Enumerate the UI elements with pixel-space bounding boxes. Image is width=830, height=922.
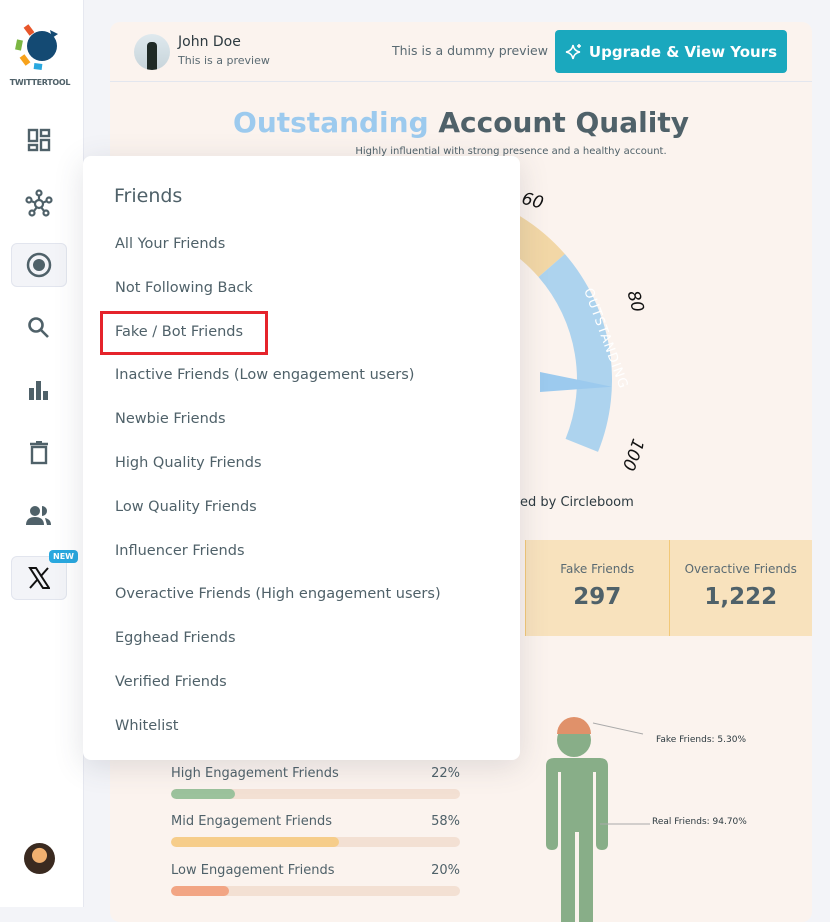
stat-overactive-friends: Overactive Friends 1,222 bbox=[668, 540, 813, 636]
figure-body bbox=[546, 758, 608, 922]
sidebar-item-analytics[interactable] bbox=[11, 368, 67, 412]
sidebar-item-delete[interactable] bbox=[11, 431, 67, 475]
gauge-label-80: 80 bbox=[623, 288, 648, 314]
sidebar-item-search[interactable] bbox=[11, 306, 67, 350]
x-logo-icon bbox=[28, 567, 50, 589]
engagement-label: Mid Engagement Friends bbox=[171, 814, 333, 829]
engagement-fill bbox=[171, 837, 339, 847]
engagement-bar bbox=[171, 886, 460, 896]
engagement-pct: 58% bbox=[431, 814, 460, 829]
engagement-mid: Mid Engagement Friends 58% bbox=[171, 814, 460, 847]
dropdown-item[interactable]: Fake / Bot Friends bbox=[115, 324, 243, 340]
dropdown-item[interactable]: Egghead Friends bbox=[115, 630, 236, 646]
users-icon bbox=[26, 506, 51, 525]
dropdown-item[interactable]: Whitelist bbox=[115, 718, 178, 734]
dropdown-item[interactable]: Newbie Friends bbox=[115, 411, 226, 427]
dropdown-item[interactable]: Low Quality Friends bbox=[115, 499, 257, 515]
dashboard-icon bbox=[27, 128, 51, 152]
stat-value: 1,222 bbox=[704, 584, 778, 610]
sidebar-item-users[interactable] bbox=[11, 494, 67, 538]
engagement-low: Low Engagement Friends 20% bbox=[171, 863, 460, 896]
sidebar-item-dashboard[interactable] bbox=[11, 118, 67, 162]
gauge-label-100: 100 bbox=[618, 436, 648, 473]
gauge-label-60: 60 bbox=[519, 189, 545, 214]
new-badge: NEW bbox=[49, 550, 78, 563]
engagement-fill bbox=[171, 789, 235, 799]
stat-fake-friends: Fake Friends 297 bbox=[525, 540, 669, 636]
dropdown-item[interactable]: Not Following Back bbox=[115, 280, 253, 296]
user-avatar[interactable] bbox=[24, 843, 55, 874]
engagement-pct: 22% bbox=[431, 766, 460, 781]
engagement-bar bbox=[171, 837, 460, 847]
dropdown-item[interactable]: Verified Friends bbox=[115, 674, 227, 690]
brand-name: TWITTERTOOL bbox=[9, 78, 71, 87]
twittertool-logo bbox=[15, 24, 58, 70]
bar-chart-icon bbox=[29, 381, 48, 400]
engagement-label: Low Engagement Friends bbox=[171, 863, 335, 878]
network-icon bbox=[25, 189, 53, 217]
powered-by: ed by Circleboom bbox=[520, 495, 634, 510]
sidebar-item-circle[interactable] bbox=[11, 243, 67, 287]
gauge-segment-outstanding bbox=[538, 254, 612, 452]
friends-dropdown: Friends All Your Friends Not Following Ba… bbox=[83, 156, 520, 760]
stats-row: Fake Friends 297 Overactive Friends 1,222 bbox=[525, 540, 812, 636]
dropdown-item[interactable]: Influencer Friends bbox=[115, 543, 245, 559]
trash-icon bbox=[30, 441, 48, 465]
sidebar-item-network[interactable] bbox=[11, 182, 67, 226]
engagement-bar bbox=[171, 789, 460, 799]
stat-label: Overactive Friends bbox=[684, 562, 797, 576]
dropdown-title: Friends bbox=[114, 185, 183, 207]
sidebar-item-x[interactable]: NEW bbox=[11, 550, 78, 600]
figure-head-fake bbox=[557, 717, 591, 734]
dropdown-item[interactable]: High Quality Friends bbox=[115, 455, 262, 471]
engagement-pct: 20% bbox=[431, 863, 460, 878]
target-icon bbox=[26, 252, 52, 278]
engagement-high: High Engagement Friends 22% bbox=[171, 766, 460, 799]
engagement-fill bbox=[171, 886, 229, 896]
real-friends-label: Real Friends: 94.70% bbox=[652, 817, 747, 827]
dropdown-item[interactable]: Inactive Friends (Low engagement users) bbox=[115, 367, 414, 383]
stat-label: Fake Friends bbox=[560, 562, 635, 576]
search-icon bbox=[28, 317, 49, 338]
engagement-label: High Engagement Friends bbox=[171, 766, 339, 781]
fake-friends-label: Fake Friends: 5.30% bbox=[656, 735, 747, 745]
sidebar: TWITTERTOOL NEW bbox=[0, 0, 84, 907]
dropdown-item[interactable]: Overactive Friends (High engagement user… bbox=[115, 586, 441, 602]
dropdown-item[interactable]: All Your Friends bbox=[115, 236, 225, 252]
stat-value: 297 bbox=[573, 584, 622, 610]
